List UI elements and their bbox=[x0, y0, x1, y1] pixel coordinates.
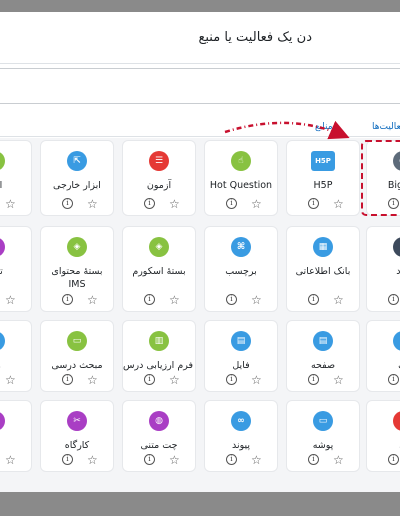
annotation-arrow bbox=[224, 120, 350, 140]
arrow-path bbox=[224, 120, 350, 140]
screenshot-frame: دن یک فعالیت یا منبع فعالیت‌ها منابع ●Bi… bbox=[0, 0, 400, 516]
